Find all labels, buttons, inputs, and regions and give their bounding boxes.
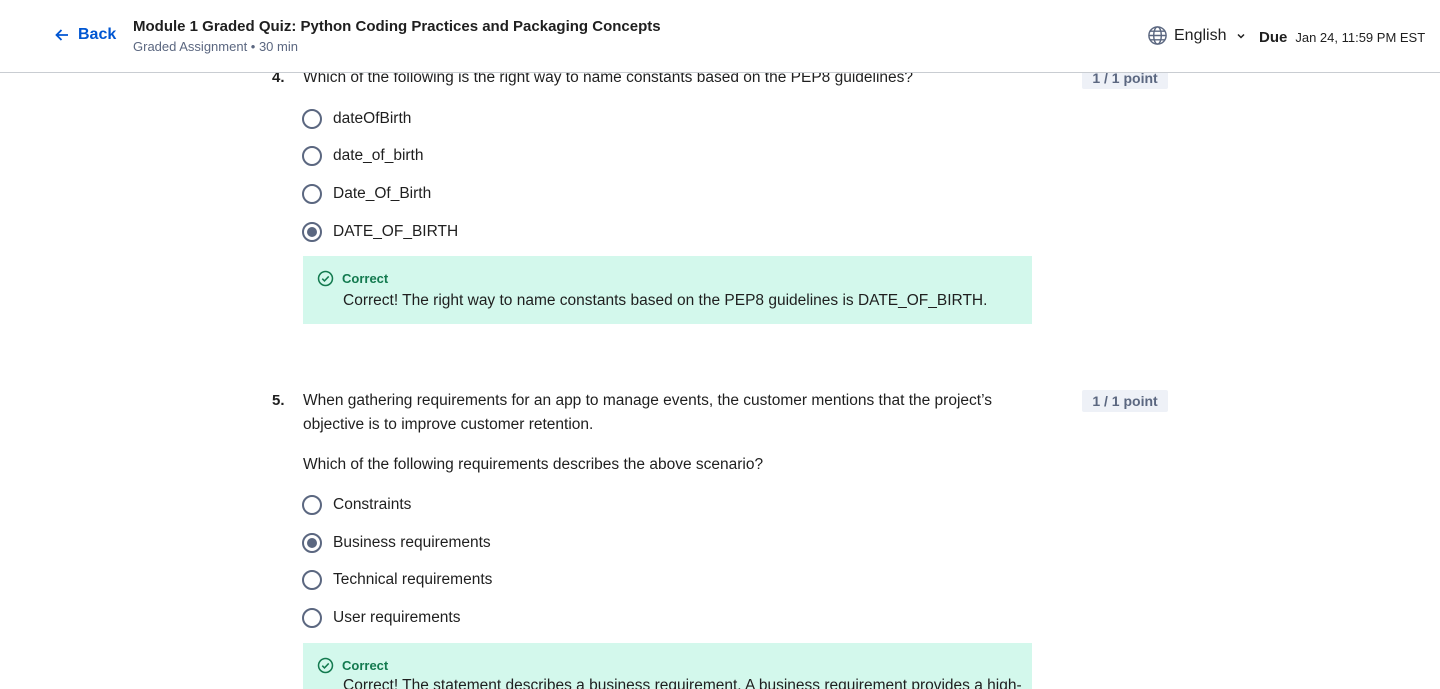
radio-button[interactable] [302, 608, 322, 628]
feedback-correct: Correct Correct! The statement describes… [303, 643, 1032, 689]
option-label: Business requirements [333, 534, 491, 551]
option-date-of-birth-capitalized[interactable]: Date_Of_Birth [302, 184, 431, 204]
chevron-down-icon [1237, 33, 1246, 39]
feedback-header: Correct [317, 657, 388, 674]
option-date-of-birth-upper[interactable]: DATE_OF_BIRTH [302, 222, 458, 242]
radio-button-selected[interactable] [302, 533, 322, 553]
feedback-status: Correct [342, 271, 389, 286]
points-badge: 1 / 1 point [1082, 390, 1168, 412]
question-prompt: Which of the following requirements desc… [303, 456, 764, 473]
globe-icon [1148, 26, 1167, 45]
due-value: Jan 24, 11:59 PM EST [1295, 30, 1426, 45]
radio-button[interactable] [302, 109, 322, 129]
feedback-header: Correct [317, 270, 388, 287]
feedback-text: Correct! The right way to name constants… [343, 292, 988, 309]
feedback-text: Correct! The statement describes a busin… [343, 677, 1022, 689]
due-date: Due Jan 24, 11:59 PM EST [1259, 29, 1425, 46]
option-constraints[interactable]: Constraints [302, 495, 411, 515]
top-header: Back Module 1 Graded Quiz: Python Coding… [0, 0, 1440, 73]
radio-button[interactable] [302, 495, 322, 515]
radio-button[interactable] [302, 146, 322, 166]
assignment-title-block: Module 1 Graded Quiz: Python Coding Prac… [133, 17, 661, 56]
radio-button-selected[interactable] [302, 222, 322, 242]
feedback-correct: Correct Correct! The right way to name c… [303, 256, 1032, 324]
option-dateofbirth[interactable]: dateOfBirth [302, 109, 411, 129]
option-label: date_of_birth [333, 147, 424, 164]
question-text: When gathering requirements for an app t… [303, 392, 992, 433]
feedback-status: Correct [342, 658, 389, 673]
language-selector[interactable]: English [1147, 25, 1246, 46]
option-label: dateOfBirth [333, 110, 412, 127]
check-circle-icon [317, 657, 334, 674]
radio-button[interactable] [302, 570, 322, 590]
back-label: Back [78, 26, 117, 43]
option-label: Date_Of_Birth [333, 185, 432, 202]
back-button[interactable]: Back [54, 26, 116, 44]
language-label: English [1174, 26, 1227, 44]
option-technical-requirements[interactable]: Technical requirements [302, 570, 492, 590]
check-circle-icon [317, 270, 334, 287]
option-label: DATE_OF_BIRTH [333, 223, 459, 240]
radio-button[interactable] [302, 184, 322, 204]
page-title: Module 1 Graded Quiz: Python Coding Prac… [133, 18, 661, 35]
arrow-left-icon [55, 29, 68, 41]
option-user-requirements[interactable]: User requirements [302, 608, 461, 628]
option-label: Constraints [333, 496, 412, 513]
question-number: 5. [272, 392, 285, 409]
page-subtitle: Graded Assignment • 30 min [133, 39, 298, 54]
option-date-of-birth[interactable]: date_of_birth [302, 146, 424, 166]
option-business-requirements[interactable]: Business requirements [302, 533, 491, 553]
option-label: Technical requirements [333, 571, 493, 588]
due-label: Due [1259, 29, 1288, 46]
option-label: User requirements [333, 609, 461, 626]
